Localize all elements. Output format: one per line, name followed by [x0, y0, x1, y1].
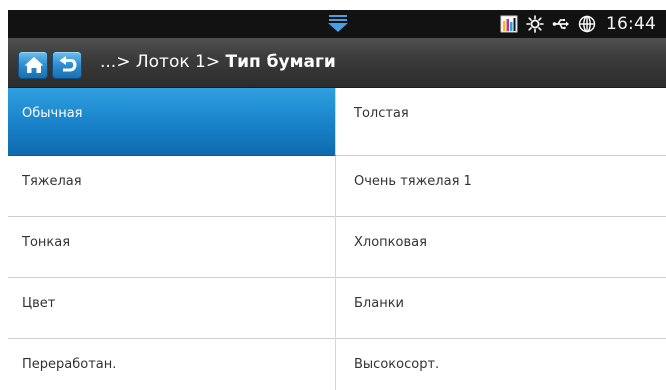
option-extra-heavy-1[interactable]: Очень тяжелая 1 — [336, 156, 666, 217]
clock-time: 16:44 — [606, 14, 656, 34]
breadcrumb: ...> Лоток 1> Тип бумаги — [100, 49, 336, 75]
option-premium[interactable]: Высокосорт. — [336, 339, 666, 390]
home-button[interactable] — [18, 51, 48, 79]
option-label: Бланки — [354, 296, 404, 311]
home-icon — [24, 57, 44, 73]
option-label: Тонкая — [22, 235, 71, 250]
title-bar: ...> Лоток 1> Тип бумаги — [8, 38, 666, 88]
globe-network-icon[interactable] — [578, 15, 596, 33]
option-label: Толстая — [354, 106, 409, 121]
eco-sun-icon[interactable] — [526, 15, 544, 33]
option-heavy[interactable]: Тяжелая — [8, 156, 336, 217]
option-recycled[interactable]: Переработан. — [8, 339, 336, 390]
option-label: Хлопковая — [354, 235, 427, 250]
option-thick[interactable]: Толстая — [336, 88, 666, 156]
option-label: Переработан. — [22, 357, 117, 372]
option-label: Цвет — [22, 296, 56, 311]
printer-panel-screen: 16:44 ...> Лоток 1> Тип бумаги Обычная Т… — [0, 0, 666, 390]
back-arrow-icon — [59, 56, 77, 72]
option-label: Тяжелая — [22, 174, 82, 189]
option-thin[interactable]: Тонкая — [8, 217, 336, 278]
page-title: Тип бумаги — [225, 52, 336, 72]
status-icons: 16:44 — [500, 10, 656, 38]
paper-type-grid: Обычная Толстая Тяжелая Очень тяжелая 1 … — [8, 88, 666, 390]
option-label: Обычная — [22, 106, 83, 121]
option-label: Очень тяжелая 1 — [354, 174, 472, 189]
status-bar: 16:44 — [8, 10, 666, 38]
option-plain[interactable]: Обычная — [8, 88, 336, 156]
toner-level-icon[interactable] — [500, 15, 518, 33]
option-letterhead[interactable]: Бланки — [336, 278, 666, 339]
pull-down-tab-icon[interactable] — [326, 14, 350, 34]
option-cotton[interactable]: Хлопковая — [336, 217, 666, 278]
option-label: Высокосорт. — [354, 357, 440, 372]
breadcrumb-path: ...> Лоток 1> — [100, 52, 226, 72]
option-color[interactable]: Цвет — [8, 278, 336, 339]
back-button[interactable] — [52, 51, 82, 79]
usb-icon[interactable] — [552, 15, 570, 33]
